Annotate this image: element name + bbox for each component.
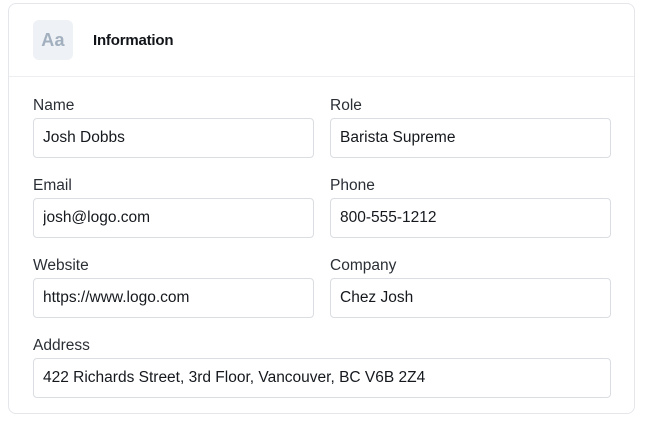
address-label: Address [33, 337, 90, 354]
company-label: Company [330, 257, 397, 274]
address-input[interactable] [33, 358, 611, 398]
name-input[interactable] [33, 118, 314, 158]
website-label: Website [33, 257, 89, 274]
company-input[interactable] [330, 278, 611, 318]
role-label: Role [330, 97, 362, 114]
card-title: Information [93, 31, 174, 49]
information-form: Name Role Email Phone Website Company Ad… [33, 96, 611, 398]
company-field-group: Company [330, 256, 611, 318]
information-card: Aa Information Name Role Email Phone Web… [8, 3, 635, 414]
email-input[interactable] [33, 198, 314, 238]
website-input[interactable] [33, 278, 314, 318]
phone-label: Phone [330, 177, 375, 194]
email-label: Email [33, 177, 72, 194]
email-field-group: Email [33, 176, 314, 238]
website-field-group: Website [33, 256, 314, 318]
font-type-icon: Aa [33, 20, 73, 60]
name-label: Name [33, 97, 75, 114]
card-header: Aa Information [9, 4, 634, 77]
name-field-group: Name [33, 96, 314, 158]
role-input[interactable] [330, 118, 611, 158]
role-field-group: Role [330, 96, 611, 158]
phone-field-group: Phone [330, 176, 611, 238]
address-field-group: Address [33, 336, 611, 398]
phone-input[interactable] [330, 198, 611, 238]
